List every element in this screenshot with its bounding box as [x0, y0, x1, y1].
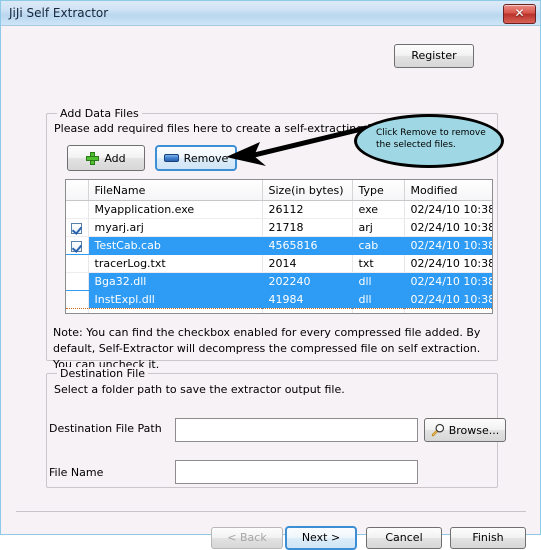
column-header-filename[interactable]: FileName: [88, 180, 263, 201]
file-modified-cell: 02/24/10 10:38:33: [404, 272, 492, 291]
client-area: Register Add Data Files Please add requi…: [2, 26, 539, 550]
magnifier-icon: [431, 423, 444, 437]
file-size-cell: 26112: [262, 200, 353, 219]
empty-cell: [66, 308, 89, 313]
table-header-row: FileName Size(in bytes) Type Modified: [66, 180, 492, 201]
file-name-cell: tracerLog.txt: [88, 254, 263, 273]
column-header-checkbox[interactable]: [66, 180, 89, 201]
file-type-cell: cab: [352, 236, 405, 255]
minus-icon: [163, 154, 179, 162]
column-header-size[interactable]: Size(in bytes): [262, 180, 353, 201]
close-icon: ✕: [514, 6, 525, 20]
browse-button[interactable]: Browse...: [424, 418, 506, 442]
register-button[interactable]: Register: [394, 44, 474, 68]
cancel-button[interactable]: Cancel: [366, 527, 442, 549]
file-list-body: Myapplication.exe26112exe02/24/10 10:38:…: [66, 200, 492, 313]
row-checkbox-cell[interactable]: [66, 218, 89, 237]
remove-button[interactable]: Remove: [155, 145, 237, 171]
file-type-cell: dll: [352, 272, 405, 291]
file-modified-cell: 02/24/10 10:38:35: [404, 290, 492, 309]
table-empty-row: [66, 308, 492, 313]
file-size-cell: 202240: [262, 272, 353, 291]
browse-button-label: Browse...: [448, 423, 500, 437]
row-checkbox[interactable]: [71, 240, 83, 252]
destination-path-label: Destination File Path: [49, 422, 162, 435]
file-size-cell: 2014: [262, 254, 353, 273]
table-row[interactable]: Bga32.dll202240dll02/24/10 10:38:33: [66, 272, 492, 291]
table-row[interactable]: TestCab.cab4565816cab02/24/10 10:38:52: [66, 236, 492, 255]
compressed-file-note: Note: You can find the checkbox enabled …: [53, 326, 481, 371]
file-name-cell: InstExpl.dll: [88, 290, 263, 309]
destination-path-input[interactable]: [175, 418, 418, 442]
title-bar[interactable]: JiJi Self Extractor ✕: [1, 1, 540, 26]
column-header-modified[interactable]: Modified: [404, 180, 492, 201]
empty-cell: [352, 308, 405, 313]
file-size-cell: 21718: [262, 218, 353, 237]
destination-file-legend: Destination File: [57, 367, 149, 380]
back-button[interactable]: < Back: [211, 527, 283, 549]
row-checkbox-cell[interactable]: [66, 236, 89, 255]
file-type-cell: txt: [352, 254, 405, 273]
file-type-cell: arj: [352, 218, 405, 237]
footer-separator: [16, 511, 526, 512]
file-name-input[interactable]: [175, 460, 418, 484]
table-row[interactable]: myarj.arj21718arj02/24/10 10:38:47: [66, 218, 492, 237]
table-row[interactable]: InstExpl.dll41984dll02/24/10 10:38:35: [66, 290, 492, 309]
add-data-files-legend: Add Data Files: [57, 107, 142, 120]
finish-button[interactable]: Finish: [450, 527, 526, 549]
file-list: FileName Size(in bytes) Type Modified My…: [66, 180, 492, 313]
table-row[interactable]: Myapplication.exe26112exe02/24/10 10:38:…: [66, 200, 492, 219]
window-title: JiJi Self Extractor: [9, 6, 109, 20]
empty-cell: [262, 308, 353, 313]
file-name-cell: Bga32.dll: [88, 272, 263, 291]
add-data-files-description: Please add required files here to create…: [54, 122, 388, 135]
file-name-cell: Myapplication.exe: [88, 200, 263, 219]
row-checkbox-cell[interactable]: [66, 200, 89, 219]
row-checkbox-cell[interactable]: [66, 272, 89, 291]
empty-cell: [404, 308, 492, 313]
file-name-cell: TestCab.cab: [88, 236, 263, 255]
file-type-cell: dll: [352, 290, 405, 309]
application-window: JiJi Self Extractor ✕ Register Add Data …: [0, 0, 541, 550]
file-name-label: File Name: [49, 466, 104, 479]
remove-button-label: Remove: [183, 151, 229, 165]
cancel-button-label: Cancel: [385, 531, 423, 544]
file-modified-cell: 02/24/10 10:38:47: [404, 218, 492, 237]
destination-file-description: Select a folder path to save the extract…: [54, 383, 345, 396]
finish-button-label: Finish: [472, 531, 504, 544]
table-row[interactable]: tracerLog.txt2014txt02/24/10 10:38:20: [66, 254, 492, 273]
back-button-label: < Back: [227, 531, 267, 544]
file-size-cell: 41984: [262, 290, 353, 309]
next-button-label: Next >: [301, 531, 341, 544]
file-list-table[interactable]: FileName Size(in bytes) Type Modified My…: [65, 179, 493, 314]
file-type-cell: exe: [352, 200, 405, 219]
close-button[interactable]: ✕: [503, 4, 536, 24]
file-modified-cell: 02/24/10 10:38:20: [404, 254, 492, 273]
add-button[interactable]: Add: [67, 145, 145, 171]
file-modified-cell: 02/24/10 10:38:52: [404, 236, 492, 255]
empty-cell: [88, 308, 263, 313]
file-modified-cell: 02/24/10 10:38:37: [404, 200, 492, 219]
plus-icon: [86, 151, 100, 165]
row-checkbox[interactable]: [71, 222, 83, 234]
row-checkbox-cell[interactable]: [66, 290, 89, 309]
next-button[interactable]: Next >: [285, 526, 357, 550]
row-checkbox-cell[interactable]: [66, 254, 89, 273]
column-header-type[interactable]: Type: [352, 180, 405, 201]
file-name-cell: myarj.arj: [88, 218, 263, 237]
add-button-label: Add: [104, 151, 126, 165]
register-button-label: Register: [411, 49, 457, 62]
file-size-cell: 4565816: [262, 236, 353, 255]
